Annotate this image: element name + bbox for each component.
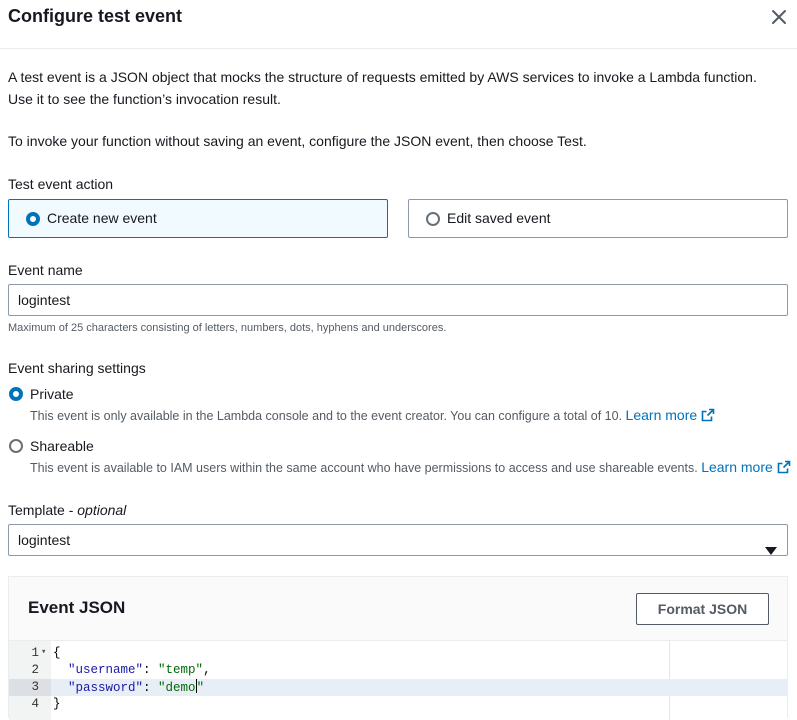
template-label-text: Template -	[8, 502, 74, 518]
code-line: 1 ▾ {	[9, 645, 787, 662]
external-link-icon	[701, 408, 715, 425]
modal-title: Configure test event	[8, 6, 183, 26]
line-number: 3	[31, 680, 39, 694]
private-radio[interactable]	[9, 387, 23, 401]
line-number: 4	[31, 697, 39, 711]
intro-line-1: A test event is a JSON object that mocks…	[8, 69, 757, 85]
close-icon[interactable]	[767, 6, 791, 30]
json-value: "temp"	[158, 663, 204, 677]
template-select-value: logintest	[18, 532, 71, 548]
code-line: 4 }	[9, 696, 787, 713]
private-learn-more-text: Learn more	[625, 407, 698, 423]
code-text: "password": "demo"	[53, 679, 204, 697]
line-number: 2	[31, 663, 39, 677]
json-key: "password"	[68, 681, 144, 695]
create-new-event-tile[interactable]: Create new event	[8, 199, 388, 238]
shareable-radio[interactable]	[9, 439, 23, 453]
modal-header: Configure test event	[0, 0, 797, 49]
edit-saved-event-radio[interactable]	[426, 212, 440, 226]
shareable-learn-more-text: Learn more	[701, 459, 773, 475]
shareable-description-text: This event is available to IAM users wit…	[30, 461, 698, 475]
template-optional-text: optional	[77, 502, 127, 518]
json-value-end: "	[196, 681, 205, 695]
line-number: 1	[31, 646, 39, 660]
brace-close: }	[53, 697, 61, 711]
code-text: "username": "temp",	[53, 662, 211, 679]
caret-down-icon	[765, 536, 777, 566]
event-name-hint: Maximum of 25 characters consisting of l…	[8, 322, 447, 334]
json-sep: :	[143, 663, 159, 677]
brace-open: {	[53, 646, 61, 660]
code-line-active: 3 "password": "demo"	[9, 679, 787, 696]
intro-text: A test event is a JSON object that mocks…	[8, 66, 788, 110]
private-learn-more-link[interactable]: Learn more	[626, 407, 716, 423]
event-json-title: Event JSON	[28, 598, 126, 617]
template-label: Template - optional	[8, 502, 126, 518]
json-sep: :	[143, 681, 159, 695]
json-key: "username"	[68, 663, 144, 677]
template-select[interactable]: logintest	[8, 524, 788, 556]
intro-line-3: To invoke your function without saving a…	[8, 133, 587, 149]
private-description: This event is only available in the Lamb…	[30, 407, 715, 425]
event-name-label: Event name	[8, 262, 83, 278]
edit-saved-event-label: Edit saved event	[447, 210, 551, 226]
json-comma: ,	[203, 663, 211, 677]
code-line: 2 "username": "temp",	[9, 662, 787, 679]
private-description-text: This event is only available in the Lamb…	[30, 409, 623, 423]
external-link-icon	[777, 460, 791, 477]
private-label[interactable]: Private	[30, 386, 74, 402]
code-text: {	[53, 645, 61, 662]
create-new-event-radio[interactable]	[26, 212, 40, 226]
event-json-panel: Event JSON Format JSON 1 ▾ { 2 "username"…	[8, 576, 788, 720]
fold-arrow-icon[interactable]: ▾	[41, 644, 46, 661]
event-name-input[interactable]: logintest	[8, 284, 788, 316]
shareable-label[interactable]: Shareable	[30, 438, 94, 454]
shareable-learn-more-link[interactable]: Learn more	[701, 459, 791, 475]
sharing-settings-label: Event sharing settings	[8, 360, 146, 376]
shareable-description: This event is available to IAM users wit…	[30, 459, 791, 477]
code-text: }	[53, 696, 61, 713]
create-new-event-label: Create new event	[47, 210, 157, 226]
edit-saved-event-tile[interactable]: Edit saved event	[408, 199, 788, 238]
json-value: "demo	[158, 681, 196, 695]
test-event-action-label: Test event action	[8, 176, 114, 192]
json-code-editor[interactable]: 1 ▾ { 2 "username": "temp", 3 "password":…	[9, 640, 787, 720]
format-json-button[interactable]: Format JSON	[636, 593, 769, 625]
intro-line-2: Use it to see the function’s invocation …	[8, 91, 281, 107]
